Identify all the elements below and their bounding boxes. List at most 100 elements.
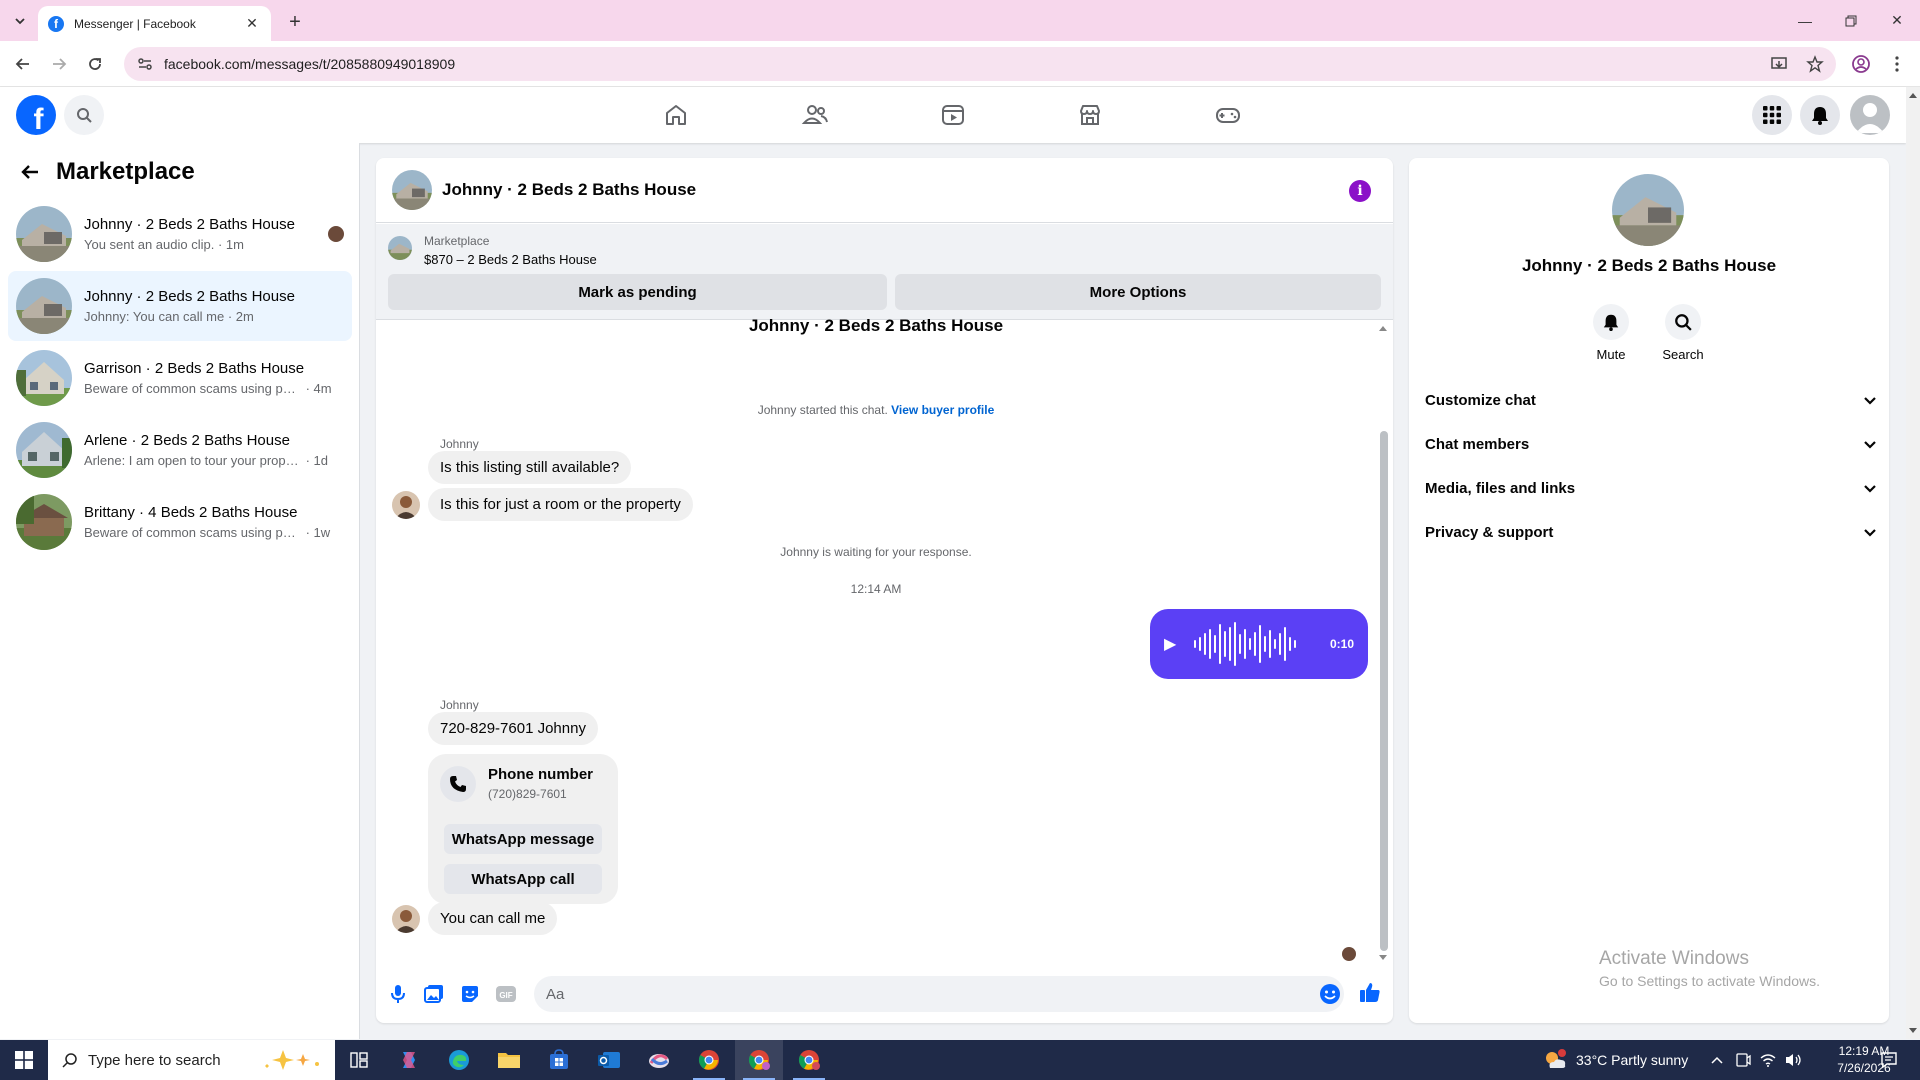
- site-settings-icon[interactable]: [136, 55, 154, 73]
- close-window-button[interactable]: ✕: [1874, 0, 1920, 41]
- whatsapp-message-button[interactable]: WhatsApp message: [444, 824, 602, 854]
- gaming-icon[interactable]: [1172, 87, 1284, 143]
- forward-arrow-icon[interactable]: [45, 50, 73, 78]
- address-bar[interactable]: facebook.com/messages/t/2085880949018909: [124, 47, 1836, 81]
- message-bubble[interactable]: You can call me: [428, 902, 558, 935]
- browser-menu-icon[interactable]: [1883, 50, 1911, 78]
- windows-start-icon[interactable]: [0, 1040, 48, 1080]
- search-icon: [1665, 304, 1701, 340]
- microphone-icon[interactable]: [386, 982, 410, 1006]
- mail-icon[interactable]: [585, 1040, 633, 1080]
- more-options-button[interactable]: More Options: [895, 274, 1381, 310]
- meet-now-icon[interactable]: [1735, 1040, 1751, 1080]
- search-label: Search: [1662, 347, 1704, 362]
- tray-overflow-chevron-icon[interactable]: [1710, 1040, 1724, 1080]
- edge-icon[interactable]: [435, 1040, 483, 1080]
- notification-center-icon[interactable]: [1880, 1040, 1898, 1080]
- sticker-icon[interactable]: [458, 982, 482, 1006]
- search-in-conversation-button[interactable]: Search: [1653, 304, 1713, 362]
- back-arrow-icon[interactable]: [16, 158, 44, 186]
- conversation-details-panel: Johnny · 2 Beds 2 Baths House Mute Searc…: [1409, 158, 1889, 1023]
- weather-text: 33°C Partly sunny: [1576, 1052, 1689, 1068]
- message-bubble[interactable]: Is this for just a room or the property: [428, 488, 693, 521]
- conversation-snippet: Arlene: I am open to tour your proper...: [84, 453, 302, 468]
- whatsapp-call-button[interactable]: WhatsApp call: [444, 864, 602, 894]
- chat-header-name[interactable]: Johnny · 2 Beds 2 Baths House: [442, 180, 696, 200]
- conversation-name: Johnny · 2 Beds 2 Baths House: [84, 216, 295, 233]
- sender-name: Johnny: [440, 437, 479, 451]
- chat-members-section[interactable]: Chat members: [1425, 422, 1877, 466]
- conversation-info-icon[interactable]: i: [1349, 180, 1371, 202]
- install-app-icon[interactable]: [1764, 47, 1794, 81]
- sender-avatar[interactable]: [392, 491, 420, 519]
- profile-icon[interactable]: [1847, 50, 1875, 78]
- file-explorer-icon[interactable]: [485, 1040, 533, 1080]
- conversation-item[interactable]: Johnny · 2 Beds 2 Baths House You sent a…: [8, 199, 352, 269]
- weather-widget[interactable]: 33°C Partly sunny: [1542, 1040, 1688, 1080]
- back-arrow-icon[interactable]: [9, 50, 37, 78]
- tab-close-icon[interactable]: ✕: [243, 15, 261, 32]
- chrome-icon[interactable]: [685, 1040, 733, 1080]
- friends-icon[interactable]: [759, 87, 871, 143]
- view-buyer-profile-link[interactable]: View buyer profile: [891, 403, 994, 417]
- video-icon[interactable]: [897, 87, 1009, 143]
- chat-panel: Johnny · 2 Beds 2 Baths House i Marketpl…: [376, 158, 1393, 1023]
- sender-avatar[interactable]: [392, 905, 420, 933]
- new-tab-button[interactable]: +: [281, 8, 309, 36]
- listing-thumbnail[interactable]: [388, 236, 412, 260]
- page-scrollbar[interactable]: [1906, 87, 1920, 1039]
- mute-button[interactable]: Mute: [1581, 304, 1641, 362]
- waveform-bar: [1289, 637, 1291, 651]
- conversation-item-active[interactable]: Johnny · 2 Beds 2 Baths House Johnny: Yo…: [8, 271, 352, 341]
- copilot-icon[interactable]: [385, 1040, 433, 1080]
- audio-duration: 0:10: [1329, 637, 1354, 651]
- bookmark-star-icon[interactable]: [1800, 47, 1830, 81]
- privacy-support-section[interactable]: Privacy & support: [1425, 510, 1877, 554]
- photo-icon[interactable]: [422, 982, 446, 1006]
- microsoft-store-icon[interactable]: [535, 1040, 583, 1080]
- chevron-down-icon: [1864, 441, 1876, 449]
- restore-button[interactable]: [1828, 0, 1874, 41]
- scrollbar-thumb[interactable]: [1380, 431, 1388, 951]
- conversation-item[interactable]: Brittany · 4 Beds 2 Baths House Beware o…: [8, 487, 352, 557]
- taskbar-search-box[interactable]: Type here to search: [48, 1040, 335, 1080]
- gif-icon[interactable]: GIF: [494, 982, 518, 1006]
- conversation-avatar: [16, 206, 72, 262]
- listing-price-title[interactable]: $870 – 2 Beds 2 Baths House: [424, 252, 597, 267]
- menu-grid-icon[interactable]: [1752, 95, 1792, 135]
- like-thumbs-up-icon[interactable]: [1358, 980, 1382, 1004]
- photos-app-icon[interactable]: [635, 1040, 683, 1080]
- browser-tab[interactable]: f Messenger | Facebook ✕: [38, 6, 271, 41]
- message-bubble[interactable]: Is this listing still available?: [428, 451, 632, 484]
- facebook-logo-icon[interactable]: f: [16, 95, 56, 135]
- mark-as-pending-button[interactable]: Mark as pending: [388, 274, 887, 310]
- message-input[interactable]: [534, 976, 1344, 1012]
- conversation-item[interactable]: Arlene · 2 Beds 2 Baths House Arlene: I …: [8, 415, 352, 485]
- emoji-icon[interactable]: [1318, 982, 1342, 1006]
- chat-header-avatar[interactable]: [392, 170, 432, 210]
- conversation-item[interactable]: Garrison · 2 Beds 2 Baths House Beware o…: [8, 343, 352, 413]
- tab-search-chevron-icon[interactable]: [8, 9, 32, 33]
- volume-icon[interactable]: [1785, 1040, 1803, 1080]
- minimize-button[interactable]: —: [1782, 0, 1828, 41]
- chrome-second-profile-icon[interactable]: [785, 1040, 833, 1080]
- facebook-search-icon[interactable]: [64, 95, 104, 135]
- notifications-bell-icon[interactable]: [1800, 95, 1840, 135]
- contact-avatar[interactable]: [1612, 174, 1684, 246]
- message-scrollbar[interactable]: [1376, 321, 1390, 963]
- home-icon[interactable]: [620, 87, 732, 143]
- reload-icon[interactable]: [81, 50, 109, 78]
- bell-icon: [1593, 304, 1629, 340]
- waveform-bar: [1279, 633, 1281, 655]
- customize-chat-section[interactable]: Customize chat: [1425, 378, 1877, 422]
- chrome-profile-icon[interactable]: [735, 1040, 783, 1080]
- network-wifi-icon[interactable]: [1760, 1040, 1776, 1080]
- task-view-icon[interactable]: [335, 1040, 383, 1080]
- marketplace-icon[interactable]: [1034, 87, 1146, 143]
- account-avatar[interactable]: [1850, 95, 1890, 135]
- audio-clip-message[interactable]: ▶ 0:10: [1150, 609, 1368, 679]
- waveform-bar: [1294, 640, 1296, 648]
- play-icon[interactable]: ▶: [1164, 634, 1188, 654]
- media-files-links-section[interactable]: Media, files and links: [1425, 466, 1877, 510]
- message-bubble[interactable]: 720-829-7601 Johnny: [428, 712, 598, 745]
